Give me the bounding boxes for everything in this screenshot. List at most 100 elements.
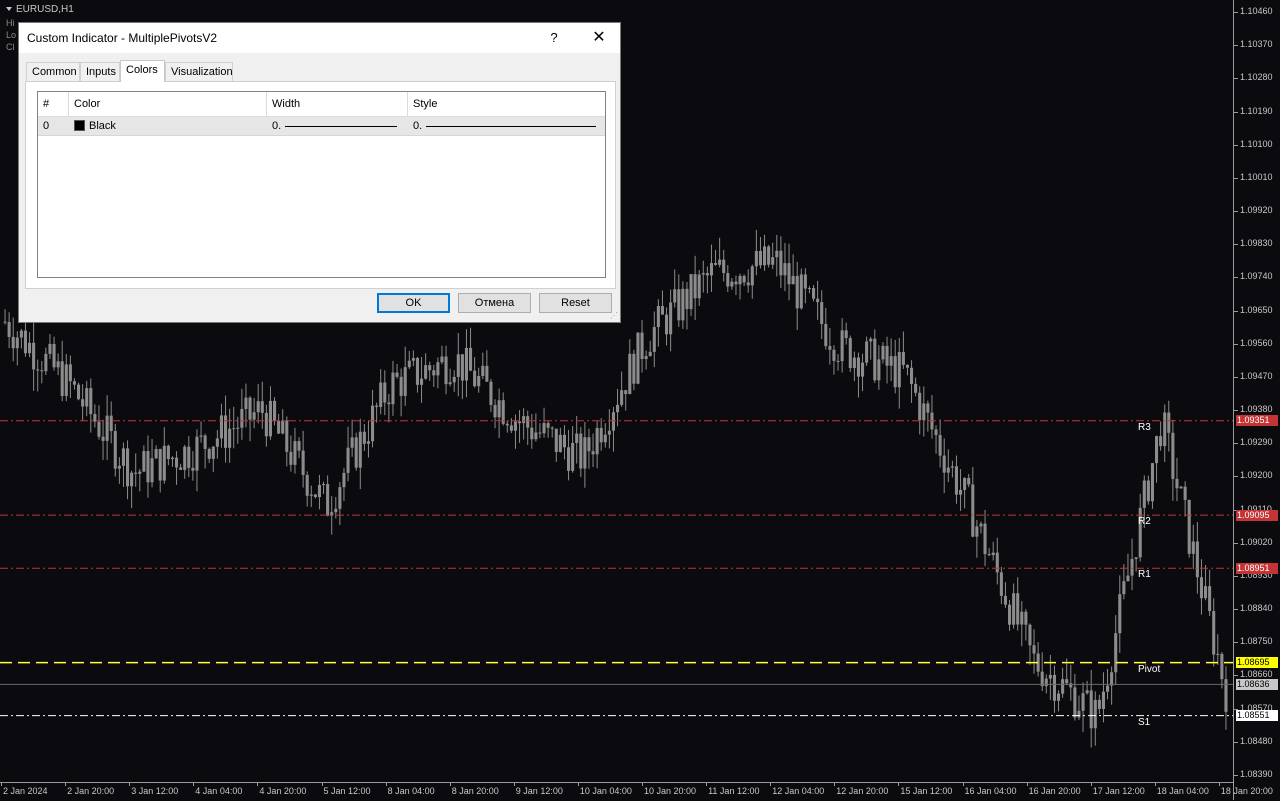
colors-table: # Color Width Style 0 Black 0. 0. — [37, 91, 606, 278]
candle-body — [1126, 575, 1130, 582]
candle-body — [730, 281, 734, 287]
candle-body — [513, 421, 517, 431]
resize-grip-icon[interactable]: ⋰ — [610, 312, 618, 320]
candle-body — [954, 466, 958, 495]
time-tick: 18 Jan 20:00 — [1218, 782, 1273, 796]
candle-body — [1175, 478, 1179, 489]
price-tick: 1.08840 — [1234, 603, 1273, 614]
time-tick: 12 Jan 20:00 — [834, 782, 889, 796]
dropdown-triangle-icon[interactable] — [6, 7, 12, 12]
candle-body — [297, 441, 301, 451]
candle-body — [893, 356, 897, 388]
time-tick: 8 Jan 20:00 — [449, 782, 499, 796]
price-tick: 1.10190 — [1234, 105, 1273, 116]
candle-body — [191, 467, 195, 471]
candle-body — [481, 365, 485, 376]
candle-body — [371, 405, 375, 442]
candle-body — [1077, 710, 1081, 718]
candle-body — [877, 359, 881, 381]
color-cell[interactable]: Black — [69, 117, 267, 135]
candle-body — [693, 274, 697, 299]
candle-body — [1024, 611, 1028, 625]
custom-indicator-dialog: Custom Indicator - MultiplePivotsV2 ? ✕ … — [18, 22, 621, 323]
candle-body — [832, 349, 836, 361]
candle-body — [848, 338, 852, 369]
symbol-header: EURUSD,H1 — [6, 4, 74, 15]
candle-body — [526, 416, 530, 428]
price-label-pivot: 1.08695 — [1236, 657, 1278, 669]
candle-body — [232, 428, 236, 430]
candle-body — [1155, 436, 1159, 464]
candle-body — [166, 445, 170, 460]
candle-body — [44, 353, 48, 372]
candle-body — [342, 472, 346, 488]
width-cell[interactable]: 0. — [267, 117, 408, 135]
candle-body — [1171, 432, 1175, 479]
candle-body — [391, 372, 395, 405]
tab-visualization[interactable]: Visualization — [165, 62, 233, 81]
candle-body — [546, 423, 550, 428]
time-tick: 10 Jan 20:00 — [641, 782, 697, 796]
candle-body — [1093, 699, 1097, 729]
candle-body — [358, 431, 362, 468]
price-label-current: 1.08636 — [1236, 678, 1278, 690]
tab-colors[interactable]: Colors — [120, 60, 165, 82]
candle-body — [791, 275, 795, 285]
candle-body — [971, 484, 975, 537]
candle-body — [403, 367, 407, 396]
reset-button[interactable]: Reset — [539, 293, 612, 313]
candle-body — [289, 451, 293, 465]
candle-body — [705, 273, 709, 276]
help-icon[interactable]: ? — [539, 23, 569, 53]
candle-body — [256, 401, 260, 413]
candle-body — [415, 357, 419, 385]
candle-body — [1122, 581, 1126, 595]
close-icon[interactable]: ✕ — [583, 23, 615, 53]
cancel-button[interactable]: Отмена — [458, 293, 531, 313]
time-axis[interactable]: 2 Jan 2024 2 Jan 20:00 3 Jan 12:00 4 Jan 04… — [0, 782, 1273, 801]
ok-button[interactable]: OK — [377, 293, 450, 313]
style-line-preview — [426, 126, 596, 127]
candle-body — [1118, 594, 1122, 634]
tab-inputs[interactable]: Inputs — [80, 62, 120, 81]
candle-body — [23, 330, 27, 354]
candle-body — [754, 250, 758, 267]
info-high: Hi — [6, 18, 15, 28]
candle-body — [1106, 685, 1110, 692]
time-tick: 3 Jan 12:00 — [129, 782, 179, 796]
candle-body — [440, 356, 444, 363]
tab-common[interactable]: Common — [26, 62, 80, 81]
candle-body — [248, 397, 252, 420]
table-row[interactable]: 0 Black 0. 0. — [38, 117, 605, 136]
candle-body — [783, 263, 787, 276]
candle-body — [1220, 653, 1224, 680]
candle-body — [81, 399, 85, 407]
candle-body — [1183, 486, 1187, 500]
candle-body — [428, 365, 432, 371]
candle-body — [750, 266, 754, 286]
candle-body — [987, 554, 991, 556]
candle-body — [999, 572, 1003, 596]
candle-body — [950, 466, 954, 468]
candle-body — [959, 489, 963, 495]
candle-body — [803, 274, 807, 289]
candle-body — [579, 433, 583, 469]
level-label-pivot: Pivot — [1138, 663, 1161, 675]
candle-body — [32, 342, 36, 370]
candle-body — [11, 336, 15, 349]
candle-body — [991, 552, 995, 556]
candle-body — [689, 274, 693, 310]
candle-body — [1012, 593, 1016, 625]
candle-body — [869, 338, 873, 342]
candle-body — [995, 552, 999, 573]
dialog-titlebar[interactable]: Custom Indicator - MultiplePivotsV2 ? ✕ — [19, 23, 620, 53]
candle-body — [554, 428, 558, 453]
candle-body — [595, 427, 599, 455]
candle-body — [395, 372, 399, 377]
candle-body — [787, 263, 791, 285]
price-tick: 1.10460 — [1234, 6, 1273, 16]
candle-body — [685, 288, 689, 310]
candle-body — [873, 338, 877, 381]
style-cell[interactable]: 0. — [408, 117, 605, 135]
time-tick: 2 Jan 20:00 — [65, 782, 115, 796]
